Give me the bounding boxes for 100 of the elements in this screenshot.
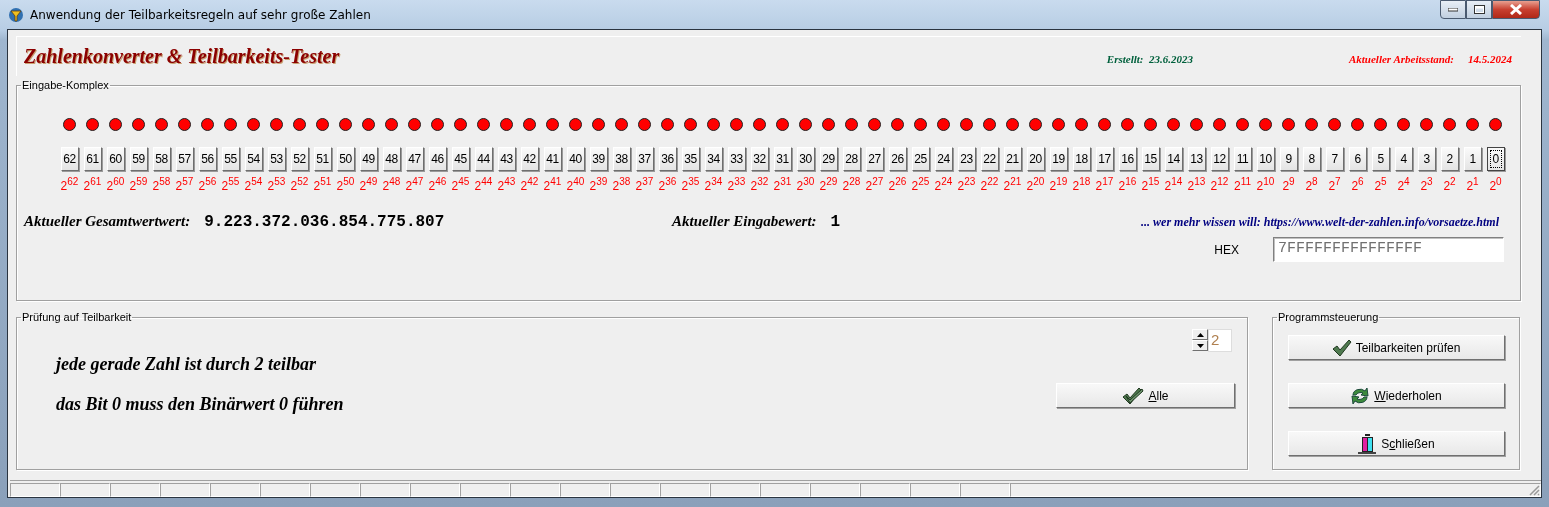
status-panel (110, 483, 160, 497)
bit-button[interactable]: 38 (612, 147, 631, 171)
bit-button[interactable]: 31 (773, 147, 792, 171)
bit-button[interactable]: 5 (1371, 147, 1390, 171)
bit-button[interactable]: 53 (267, 147, 286, 171)
total-label: Aktueller Gesamtwertwert: (24, 213, 191, 230)
bit-button[interactable]: 41 (543, 147, 562, 171)
app-icon (8, 7, 24, 23)
checkmark-icon (1331, 338, 1352, 357)
bit-button[interactable]: 3 (1417, 147, 1436, 171)
power-label: 2$^{17}$ (1095, 179, 1114, 193)
divisor-field[interactable]: 2 (1208, 329, 1232, 352)
refresh-icon (1350, 385, 1371, 406)
power-label: 2$^{14}$ (1164, 179, 1183, 193)
bit-button[interactable]: 46 (428, 147, 447, 171)
bit-button[interactable]: 22 (980, 147, 999, 171)
bit-button[interactable]: 11 (1233, 147, 1252, 171)
bit-button[interactable]: 23 (957, 147, 976, 171)
bit-button[interactable]: 54 (244, 147, 263, 171)
close-button[interactable] (1492, 0, 1540, 19)
bit-button[interactable]: 61 (83, 147, 102, 171)
bit-button[interactable]: 0 (1486, 147, 1505, 171)
power-label: 2$^{37}$ (635, 179, 654, 193)
bit-button[interactable]: 15 (1141, 147, 1160, 171)
bit-button[interactable]: 48 (382, 147, 401, 171)
bit-button[interactable]: 60 (106, 147, 125, 171)
bit-button[interactable]: 45 (451, 147, 470, 171)
close-app-button[interactable]: Schließen (1287, 431, 1505, 456)
bit-button[interactable]: 56 (198, 147, 217, 171)
bit-button[interactable]: 16 (1118, 147, 1137, 171)
power-label: 2$^{1}$ (1466, 179, 1479, 193)
bit-button[interactable]: 12 (1210, 147, 1229, 171)
info-link[interactable]: ... wer mehr wissen will: https://www.welt-der-zahlen.info/vorsaetze.html (1141, 215, 1499, 230)
repeat-button[interactable]: Wiederholen (1287, 383, 1505, 408)
power-label: 2$^{9}$ (1282, 179, 1295, 193)
rule-text: das Bit 0 muss den Binärwert 0 führen (56, 393, 345, 416)
power-label: 2$^{61}$ (83, 179, 102, 193)
bit-button[interactable]: 27 (865, 147, 884, 171)
bit-button[interactable]: 30 (796, 147, 815, 171)
bit-button[interactable]: 13 (1187, 147, 1206, 171)
bit-button[interactable]: 43 (497, 147, 516, 171)
bit-button[interactable]: 49 (359, 147, 378, 171)
status-panel (310, 483, 360, 497)
bit-button[interactable]: 52 (290, 147, 309, 171)
bit-button[interactable]: 18 (1072, 147, 1091, 171)
check-button[interactable]: Teilbarkeiten prüfen (1287, 335, 1505, 360)
bit-button[interactable]: 34 (704, 147, 723, 171)
all-button[interactable]: Alle (1056, 383, 1235, 408)
bit-button[interactable]: 10 (1256, 147, 1275, 171)
bit-button[interactable]: 57 (175, 147, 194, 171)
power-label: 2$^{24}$ (934, 179, 953, 193)
bit-button[interactable]: 37 (635, 147, 654, 171)
power-label: 2$^{42}$ (520, 179, 539, 193)
bit-button[interactable]: 9 (1279, 147, 1298, 171)
bit-button[interactable]: 40 (566, 147, 585, 171)
bit-button[interactable]: 26 (888, 147, 907, 171)
bit-button[interactable]: 19 (1049, 147, 1068, 171)
spin-up-button[interactable] (1192, 329, 1208, 340)
bit-button[interactable]: 17 (1095, 147, 1114, 171)
bit-button[interactable]: 4 (1394, 147, 1413, 171)
bit-button[interactable]: 21 (1003, 147, 1022, 171)
hex-field[interactable]: 7FFFFFFFFFFFFFFF (1273, 237, 1504, 262)
bit-button[interactable]: 29 (819, 147, 838, 171)
bit-button[interactable]: 2 (1440, 147, 1459, 171)
power-label: 2$^{28}$ (842, 179, 861, 193)
power-label: 2$^{22}$ (980, 179, 999, 193)
bit-button[interactable]: 51 (313, 147, 332, 171)
bit-button[interactable]: 36 (658, 147, 677, 171)
bit-button[interactable]: 20 (1026, 147, 1045, 171)
power-label: 2$^{34}$ (704, 179, 723, 193)
bit-button[interactable]: 62 (60, 147, 79, 171)
group-title: Eingabe-Komplex (21, 79, 110, 92)
status-panel (860, 483, 910, 497)
bit-button[interactable]: 24 (934, 147, 953, 171)
power-label: 2$^{52}$ (290, 179, 309, 193)
bit-button[interactable]: 58 (152, 147, 171, 171)
status-panel (210, 483, 260, 497)
bit-button[interactable]: 59 (129, 147, 148, 171)
bit-button[interactable]: 8 (1302, 147, 1321, 171)
bit-button[interactable]: 44 (474, 147, 493, 171)
bit-button[interactable]: 32 (750, 147, 769, 171)
input-value: 1 (830, 213, 841, 231)
bit-button[interactable]: 25 (911, 147, 930, 171)
bit-button[interactable]: 1 (1463, 147, 1482, 171)
minimize-button[interactable] (1440, 0, 1466, 19)
bit-button[interactable]: 14 (1164, 147, 1183, 171)
bit-button[interactable]: 7 (1325, 147, 1344, 171)
bit-button[interactable]: 42 (520, 147, 539, 171)
bit-button[interactable]: 33 (727, 147, 746, 171)
bit-button[interactable]: 55 (221, 147, 240, 171)
bit-button[interactable]: 50 (336, 147, 355, 171)
bit-button[interactable]: 35 (681, 147, 700, 171)
spin-down-button[interactable] (1192, 340, 1208, 351)
bit-button[interactable]: 6 (1348, 147, 1367, 171)
maximize-button[interactable] (1466, 0, 1492, 19)
bit-button[interactable]: 28 (842, 147, 861, 171)
bit-button[interactable]: 39 (589, 147, 608, 171)
window-title: Anwendung der Teilbarkeitsregeln auf sehr große Zahlen (30, 8, 372, 22)
bit-button[interactable]: 47 (405, 147, 424, 171)
status-panel (660, 483, 710, 497)
